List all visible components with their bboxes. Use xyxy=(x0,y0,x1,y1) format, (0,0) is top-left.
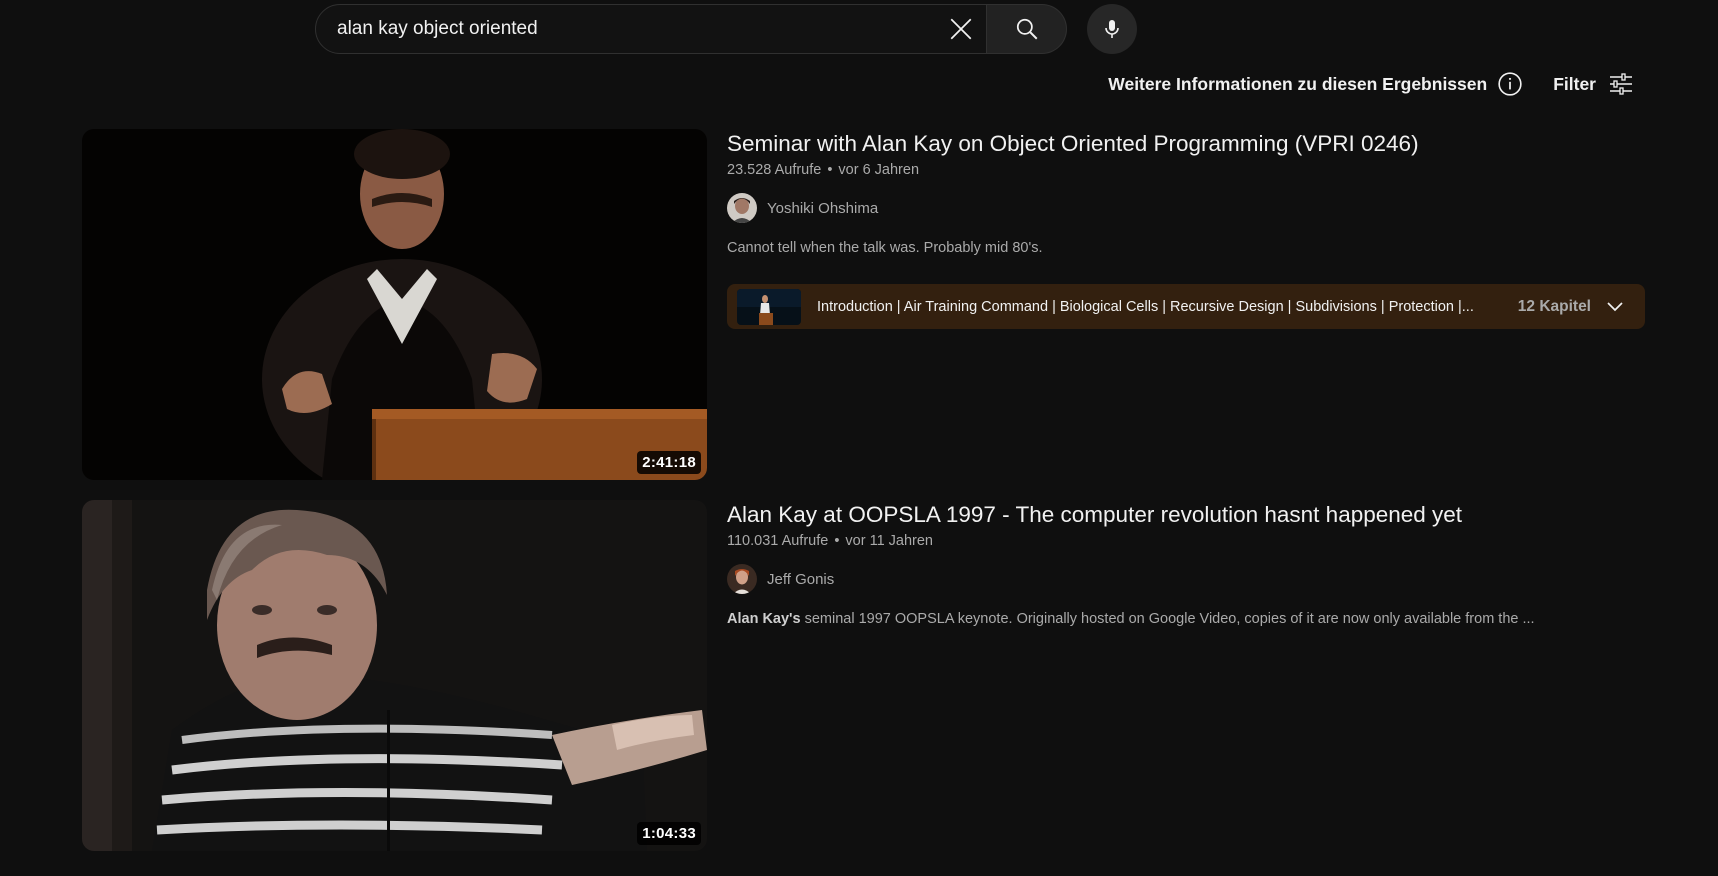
search-button[interactable] xyxy=(987,4,1067,54)
info-icon xyxy=(1497,71,1523,97)
video-description: Cannot tell when the talk was. Probably … xyxy=(727,240,1647,256)
channel-link[interactable]: Yoshiki Ohshima xyxy=(727,193,1647,223)
channel-name[interactable]: Yoshiki Ohshima xyxy=(767,200,878,217)
channel-name[interactable]: Jeff Gonis xyxy=(767,571,834,588)
results-info-link[interactable]: Weitere Informationen zu diesen Ergebnis… xyxy=(1108,71,1523,97)
avatar[interactable] xyxy=(727,193,757,223)
upload-age: vor 6 Jahren xyxy=(838,162,920,178)
view-count: 110.031 Aufrufe xyxy=(727,533,829,549)
video-title[interactable]: Alan Kay at OOPSLA 1997 - The computer r… xyxy=(727,500,1647,530)
video-description: Alan Kay's seminal 1997 OOPSLA keynote. … xyxy=(727,611,1647,627)
upload-age: vor 11 Jahren xyxy=(845,533,933,549)
chevron-down-icon[interactable] xyxy=(1605,297,1625,317)
filter-label: Filter xyxy=(1553,73,1596,94)
view-count: 23.528 Aufrufe xyxy=(727,162,822,178)
results-info-label: Weitere Informationen zu diesen Ergebnis… xyxy=(1108,73,1488,94)
voice-search-button[interactable] xyxy=(1087,4,1137,54)
description-highlight: Alan Kay's xyxy=(727,611,801,627)
search-icon xyxy=(1016,18,1037,40)
video-meta: Alan Kay at OOPSLA 1997 - The computer r… xyxy=(727,500,1647,851)
separator-dot: • xyxy=(834,533,840,549)
microphone-icon xyxy=(1105,20,1119,38)
video-stats: 23.528 Aufrufe • vor 6 Jahren xyxy=(727,162,1647,178)
results-info-bar: Weitere Informationen zu diesen Ergebnis… xyxy=(1108,71,1634,97)
video-duration: 1:04:33 xyxy=(637,822,701,845)
filter-sliders-icon xyxy=(1608,72,1634,96)
video-stats: 110.031 Aufrufe • vor 11 Jahren xyxy=(727,533,1647,549)
chapter-count: 12 Kapitel xyxy=(1517,297,1591,315)
video-thumbnail[interactable]: 2:41:18 xyxy=(82,129,707,480)
chapter-thumbnail xyxy=(737,288,801,325)
video-description-text: seminal 1997 OOPSLA keynote. Originally … xyxy=(800,611,1535,627)
search-bar: alan kay object oriented xyxy=(315,4,1137,54)
filter-button[interactable]: Filter xyxy=(1553,72,1634,96)
chapter-titles: Introduction | Air Training Command | Bi… xyxy=(817,298,1474,315)
separator-dot: • xyxy=(827,162,833,178)
video-result: 1:04:33 Alan Kay at OOPSLA 1997 - The co… xyxy=(82,500,1647,851)
clear-search-button[interactable] xyxy=(936,5,986,53)
video-duration: 2:41:18 xyxy=(637,451,701,474)
video-thumbnail[interactable]: 1:04:33 xyxy=(82,500,707,851)
video-result: 2:41:18 Seminar with Alan Kay on Object … xyxy=(82,129,1647,480)
search-input[interactable]: alan kay object oriented xyxy=(315,4,987,54)
close-icon xyxy=(950,18,972,40)
video-title[interactable]: Seminar with Alan Kay on Object Oriented… xyxy=(727,129,1647,159)
avatar[interactable] xyxy=(727,564,757,594)
chapters-bar[interactable]: Introduction | Air Training Command | Bi… xyxy=(727,284,1645,329)
video-meta: Seminar with Alan Kay on Object Oriented… xyxy=(727,129,1647,480)
channel-link[interactable]: Jeff Gonis xyxy=(727,564,1647,594)
video-description-text: Cannot tell when the talk was. Probably … xyxy=(727,240,1043,256)
search-query[interactable]: alan kay object oriented xyxy=(337,18,936,40)
